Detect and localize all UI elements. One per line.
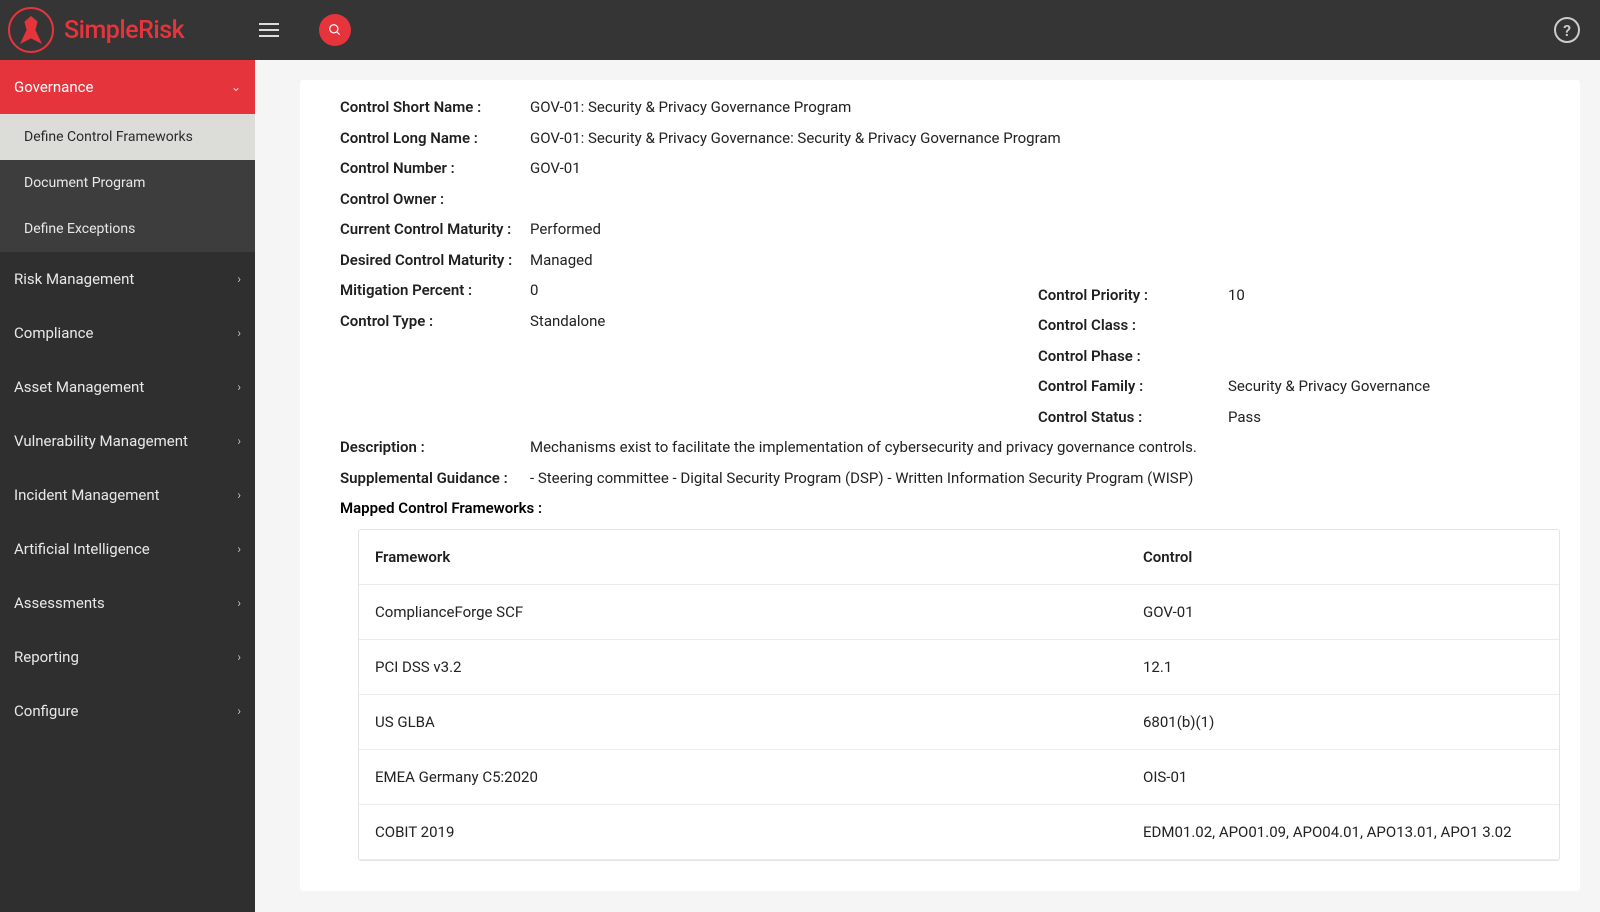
brand-name: SimpleRisk bbox=[64, 16, 184, 45]
label-current-maturity: Current Control Maturity : bbox=[340, 218, 530, 241]
sidebar-item-label: Artificial Intelligence bbox=[14, 540, 150, 558]
control-detail-card: Control Short Name : GOV-01: Security & … bbox=[300, 80, 1580, 891]
cell-framework-name: ComplianceForge SCF bbox=[359, 585, 1127, 640]
sidebar-item-label: Reporting bbox=[14, 648, 79, 666]
cell-framework-name: PCI DSS v3.2 bbox=[359, 640, 1127, 695]
table-row: ComplianceForge SCFGOV-01 bbox=[359, 585, 1559, 640]
menu-toggle-icon[interactable] bbox=[259, 23, 279, 37]
sidebar-item-label: Incident Management bbox=[14, 486, 160, 504]
cell-framework-control: OIS-01 bbox=[1127, 750, 1559, 805]
value-current-maturity: Performed bbox=[530, 218, 601, 241]
value-description: Mechanisms exist to facilitate the imple… bbox=[530, 436, 1197, 459]
sidebar-submenu: Define Control FrameworksDocument Progra… bbox=[0, 114, 255, 252]
cell-framework-name: COBIT 2019 bbox=[359, 805, 1127, 860]
brand-logo[interactable]: SimpleRisk bbox=[0, 7, 184, 53]
sidebar-item-compliance[interactable]: Compliance › bbox=[0, 306, 255, 360]
value-short-name: GOV-01: Security & Privacy Governance Pr… bbox=[530, 96, 851, 119]
sidebar-item-label: Vulnerability Management bbox=[14, 432, 188, 450]
sidebar-item-label: Compliance bbox=[14, 324, 93, 342]
label-long-name: Control Long Name : bbox=[340, 127, 530, 150]
help-icon: ? bbox=[1563, 21, 1571, 40]
cell-framework-control: 6801(b)(1) bbox=[1127, 695, 1559, 750]
label-priority: Control Priority : bbox=[1038, 284, 1228, 307]
table-row: US GLBA6801(b)(1) bbox=[359, 695, 1559, 750]
chevron-right-icon: › bbox=[237, 542, 241, 556]
chevron-right-icon: › bbox=[237, 380, 241, 394]
sidebar-item-label: Assessments bbox=[14, 594, 105, 612]
label-mapped-frameworks: Mapped Control Frameworks : bbox=[340, 499, 1560, 517]
sidebar-item-label: Risk Management bbox=[14, 270, 134, 288]
label-family: Control Family : bbox=[1038, 375, 1228, 398]
value-long-name: GOV-01: Security & Privacy Governance: S… bbox=[530, 127, 1061, 150]
label-guidance: Supplemental Guidance : bbox=[340, 467, 530, 490]
main-content: Control Short Name : GOV-01: Security & … bbox=[255, 60, 1600, 912]
chevron-right-icon: › bbox=[237, 434, 241, 448]
value-priority: 10 bbox=[1228, 284, 1245, 307]
value-control-type: Standalone bbox=[530, 310, 605, 333]
sidebar-item-reporting[interactable]: Reporting › bbox=[0, 630, 255, 684]
value-status: Pass bbox=[1228, 406, 1261, 429]
sidebar-item-governance[interactable]: Governance ⌄ bbox=[0, 60, 255, 114]
th-framework: Framework bbox=[359, 530, 1127, 585]
sidebar-item-incident-management[interactable]: Incident Management › bbox=[0, 468, 255, 522]
chevron-right-icon: › bbox=[237, 272, 241, 286]
cell-framework-control: 12.1 bbox=[1127, 640, 1559, 695]
cell-framework-control: GOV-01 bbox=[1127, 585, 1559, 640]
label-status: Control Status : bbox=[1038, 406, 1228, 429]
sidebar-item-configure[interactable]: Configure › bbox=[0, 684, 255, 738]
label-class: Control Class : bbox=[1038, 314, 1228, 337]
value-mitigation-percent: 0 bbox=[530, 279, 538, 302]
help-button[interactable]: ? bbox=[1554, 17, 1580, 43]
chevron-right-icon: › bbox=[237, 704, 241, 718]
topbar: SimpleRisk ? bbox=[0, 0, 1600, 60]
sidebar-item-assessments[interactable]: Assessments › bbox=[0, 576, 255, 630]
chevron-right-icon: › bbox=[237, 488, 241, 502]
cell-framework-name: US GLBA bbox=[359, 695, 1127, 750]
search-button[interactable] bbox=[319, 14, 351, 46]
value-family: Security & Privacy Governance bbox=[1228, 375, 1430, 398]
label-phase: Control Phase : bbox=[1038, 345, 1228, 368]
label-desired-maturity: Desired Control Maturity : bbox=[340, 249, 530, 272]
cell-framework-name: EMEA Germany C5:2020 bbox=[359, 750, 1127, 805]
sidebar-item-asset-management[interactable]: Asset Management › bbox=[0, 360, 255, 414]
table-row: COBIT 2019EDM01.02, APO01.09, APO04.01, … bbox=[359, 805, 1559, 860]
chevron-right-icon: › bbox=[237, 596, 241, 610]
label-description: Description : bbox=[340, 436, 530, 459]
chevron-right-icon: › bbox=[237, 326, 241, 340]
mapped-frameworks-table: Framework Control ComplianceForge SCFGOV… bbox=[358, 529, 1560, 861]
sidebar-item-risk-management[interactable]: Risk Management › bbox=[0, 252, 255, 306]
sidebar-item-vulnerability-management[interactable]: Vulnerability Management › bbox=[0, 414, 255, 468]
sidebar: Governance ⌄ Define Control FrameworksDocu… bbox=[0, 60, 255, 912]
cell-framework-control: EDM01.02, APO01.09, APO04.01, APO13.01, … bbox=[1127, 805, 1559, 860]
label-number: Control Number : bbox=[340, 157, 530, 180]
sidebar-item-label: Asset Management bbox=[14, 378, 144, 396]
sidebar-subitem-define-exceptions[interactable]: Define Exceptions bbox=[0, 206, 255, 252]
chevron-down-icon: ⌄ bbox=[231, 80, 241, 94]
sidebar-item-label: Configure bbox=[14, 702, 79, 720]
logo-icon bbox=[8, 7, 54, 53]
value-desired-maturity: Managed bbox=[530, 249, 593, 272]
label-mitigation-percent: Mitigation Percent : bbox=[340, 279, 530, 302]
value-number: GOV-01 bbox=[530, 157, 581, 180]
search-icon bbox=[328, 23, 342, 37]
table-row: EMEA Germany C5:2020OIS-01 bbox=[359, 750, 1559, 805]
label-owner: Control Owner : bbox=[340, 188, 530, 211]
sidebar-subitem-define-control-frameworks[interactable]: Define Control Frameworks bbox=[0, 114, 255, 160]
th-control: Control bbox=[1127, 530, 1559, 585]
chevron-right-icon: › bbox=[237, 650, 241, 664]
sidebar-item-artificial-intelligence[interactable]: Artificial Intelligence › bbox=[0, 522, 255, 576]
sidebar-subitem-document-program[interactable]: Document Program bbox=[0, 160, 255, 206]
table-row: PCI DSS v3.212.1 bbox=[359, 640, 1559, 695]
label-control-type: Control Type : bbox=[340, 310, 530, 333]
sidebar-item-label: Governance bbox=[14, 78, 93, 96]
value-guidance: - Steering committee - Digital Security … bbox=[530, 467, 1193, 490]
label-short-name: Control Short Name : bbox=[340, 96, 530, 119]
